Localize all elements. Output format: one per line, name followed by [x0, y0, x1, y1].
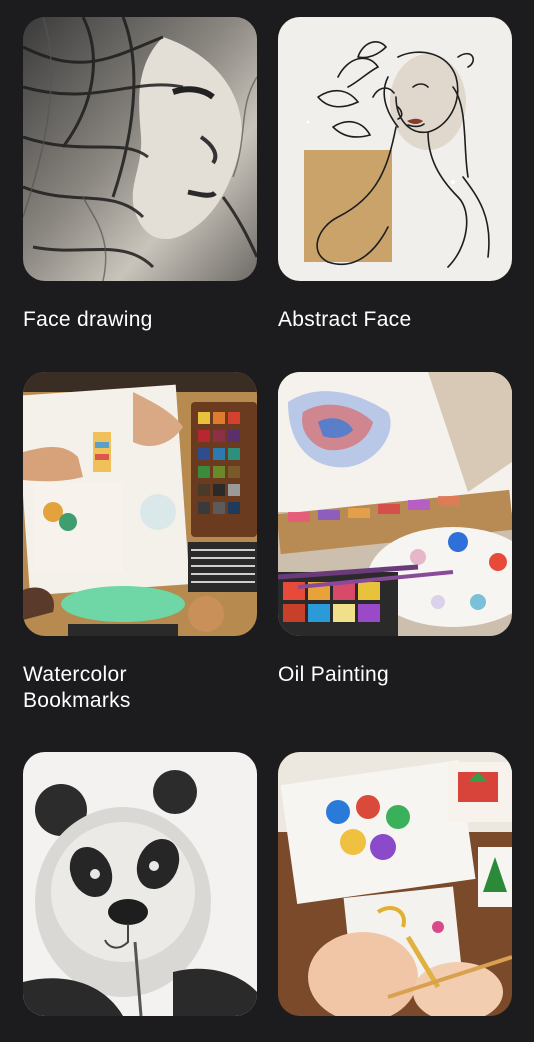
oil-painting-palette-image	[278, 372, 512, 636]
oil-painting-label: Oil Painting	[278, 663, 389, 686]
category-card-children-coloring[interactable]	[278, 752, 512, 1042]
pencil-panda-image	[23, 752, 257, 1016]
line-art-face-image	[278, 17, 512, 281]
face-drawing-label: Face drawing	[23, 308, 153, 331]
panda-sketch-thumbnail[interactable]	[23, 752, 257, 1016]
watercolor-bookmarks-thumbnail[interactable]	[23, 372, 257, 636]
category-grid: Face drawing Abstract Face Watercolor Bo…	[0, 0, 534, 1016]
face-drawing-thumbnail[interactable]	[23, 17, 257, 281]
children-coloring-thumbnail[interactable]	[278, 752, 512, 1016]
category-card-face-drawing[interactable]: Face drawing	[23, 17, 257, 333]
category-card-oil-painting[interactable]: Oil Painting	[278, 372, 512, 688]
category-card-panda-sketch[interactable]	[23, 752, 257, 1042]
abstract-face-label: Abstract Face	[278, 308, 412, 331]
watercolor-desk-image	[23, 372, 257, 636]
category-card-watercolor-bookmarks[interactable]: Watercolor Bookmarks	[23, 372, 257, 714]
abstract-face-thumbnail[interactable]	[278, 17, 512, 281]
children-coloring-image	[278, 752, 512, 1016]
charcoal-face-image	[23, 17, 257, 281]
category-card-abstract-face[interactable]: Abstract Face	[278, 17, 512, 333]
oil-painting-thumbnail[interactable]	[278, 372, 512, 636]
watercolor-bookmarks-label: Watercolor Bookmarks	[23, 663, 131, 712]
